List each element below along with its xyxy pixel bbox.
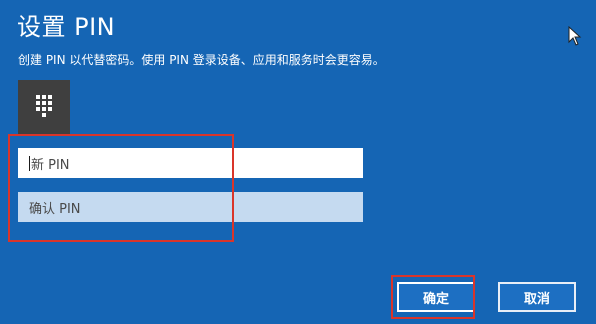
new-pin-field[interactable]: 新 PIN bbox=[18, 148, 363, 178]
confirm-pin-field[interactable]: 确认 PIN bbox=[18, 192, 363, 222]
numeric-keypad-icon bbox=[36, 95, 52, 117]
text-caret bbox=[29, 155, 30, 171]
confirm-pin-placeholder: 确认 PIN bbox=[29, 201, 81, 217]
ok-button[interactable]: 确定 bbox=[397, 282, 475, 312]
dialog-subtitle: 创建 PIN 以代替密码。使用 PIN 登录设备、应用和服务时会更容易。 bbox=[18, 53, 385, 67]
new-pin-placeholder: 新 PIN bbox=[31, 157, 70, 173]
keypad-tile bbox=[18, 80, 70, 134]
cancel-button[interactable]: 取消 bbox=[498, 282, 576, 312]
mouse-pointer-icon bbox=[568, 26, 582, 46]
dialog-title: 设置 PIN bbox=[17, 13, 116, 41]
